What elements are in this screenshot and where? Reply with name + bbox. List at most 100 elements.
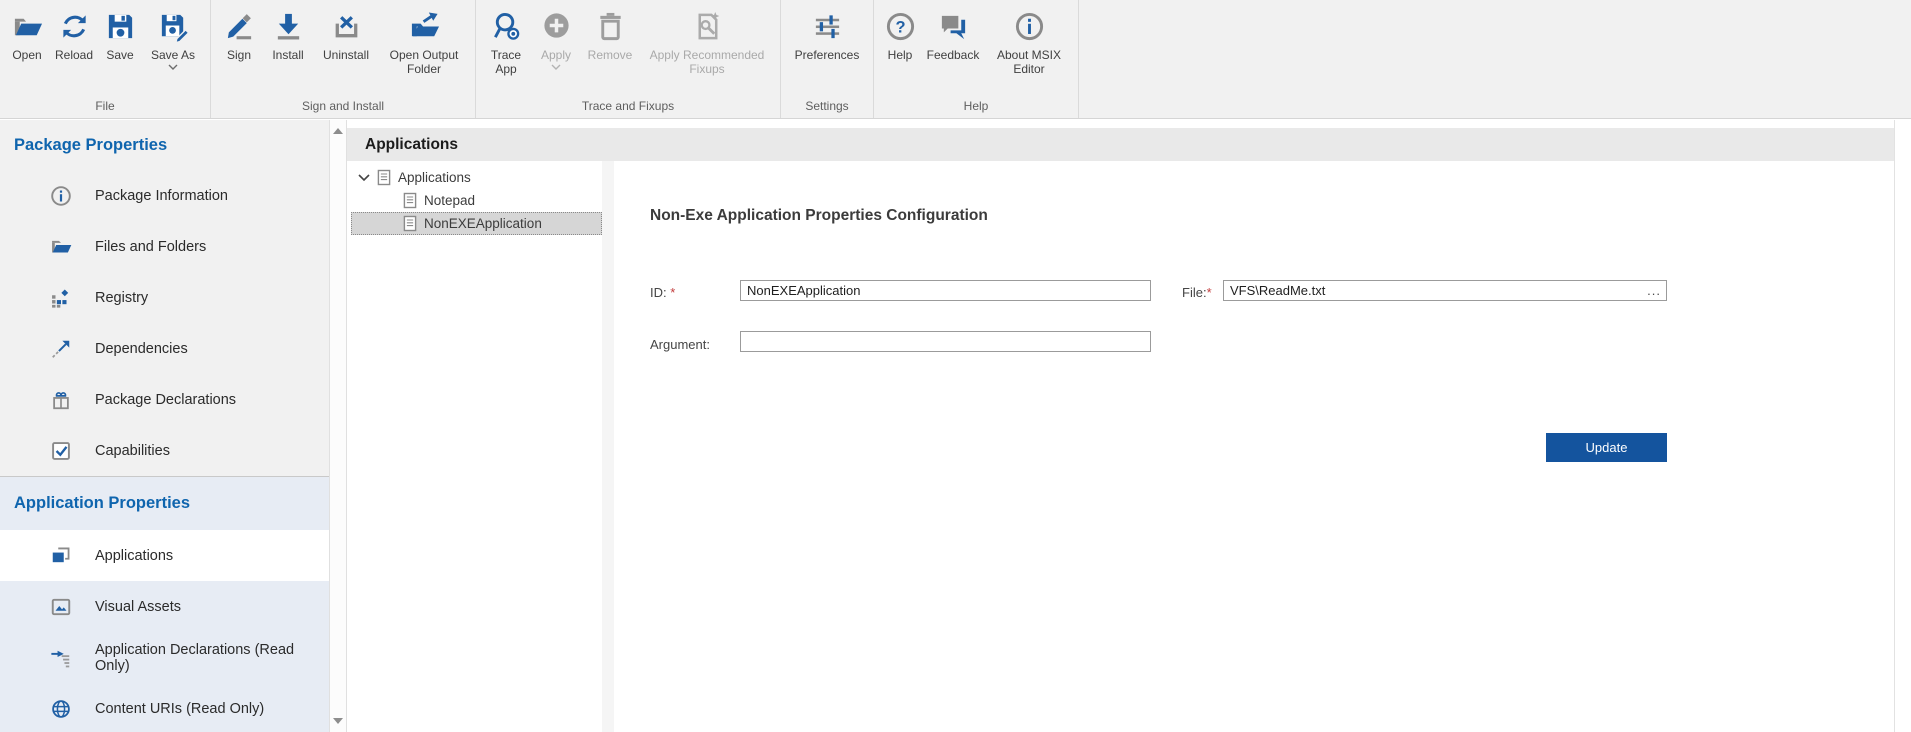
tree-item-nonexeapplication[interactable]: NonEXEApplication <box>351 212 602 235</box>
ribbon-group-trace-buttons: Trace App Apply Remove <box>481 0 775 97</box>
sidebar-item-package-information[interactable]: Package Information <box>0 170 329 221</box>
tree-root-applications[interactable]: Applications <box>347 166 602 189</box>
sidebar-item-label: Applications <box>95 548 173 564</box>
save-button[interactable]: Save <box>99 6 141 64</box>
help-button[interactable]: ? Help <box>879 6 921 64</box>
sidebar-section-title-package-properties: Package Properties <box>0 120 329 170</box>
ribbon-group-label-file: File <box>5 97 205 118</box>
applications-tree: Applications Notepad NonEXEApplication <box>347 161 602 235</box>
file-label: File:* <box>1182 285 1212 300</box>
install-arrow-icon <box>273 8 304 45</box>
trace-app-icon <box>491 8 522 45</box>
page-title-bar: Applications <box>347 128 1894 161</box>
sign-button-label: Sign <box>227 48 251 62</box>
chevron-down-icon <box>551 64 561 70</box>
reload-button-label: Reload <box>55 48 93 62</box>
sidebar-item-files-and-folders[interactable]: Files and Folders <box>0 221 329 272</box>
id-label: ID: * <box>650 285 675 300</box>
feedback-bubble-icon <box>938 8 969 45</box>
main-scrollbar[interactable] <box>1894 120 1911 732</box>
reload-button[interactable]: Reload <box>49 6 99 64</box>
checkbox-check-icon <box>50 440 72 462</box>
apply-recommended-fixups-button-label: Apply Recommended Fixups <box>639 48 775 76</box>
tree-item-notepad[interactable]: Notepad <box>347 189 602 212</box>
remove-trash-icon <box>595 8 626 45</box>
reload-icon <box>59 8 90 45</box>
sidebar-item-application-declarations[interactable]: Application Declarations (Read Only) <box>0 632 329 683</box>
svg-text:?: ? <box>895 18 905 36</box>
install-button-label: Install <box>272 48 303 62</box>
sidebar-item-label: Registry <box>95 290 148 306</box>
apply-button[interactable]: Apply <box>531 6 581 72</box>
registry-icon <box>50 287 72 309</box>
document-icon <box>403 215 417 232</box>
apply-recommended-fixups-button[interactable]: Apply Recommended Fixups <box>639 6 775 78</box>
open-button[interactable]: Open <box>5 6 49 64</box>
fixups-document-icon <box>692 8 723 45</box>
required-asterisk: * <box>1207 285 1212 300</box>
arrow-into-list-icon <box>50 647 72 669</box>
file-input[interactable] <box>1224 281 1644 300</box>
navigation-sidebar: Package Properties Package Information F… <box>0 120 329 732</box>
scroll-up-arrow-icon[interactable] <box>333 128 343 134</box>
about-msix-editor-button-label: About MSIX Editor <box>985 48 1073 76</box>
sidebar-item-visual-assets[interactable]: Visual Assets <box>0 581 329 632</box>
id-input[interactable] <box>740 280 1151 301</box>
file-input-wrap: ... <box>1223 280 1667 301</box>
sidebar-item-applications[interactable]: Applications <box>0 530 329 581</box>
feedback-button-label: Feedback <box>927 48 980 62</box>
ribbon-group-label-help: Help <box>879 97 1073 118</box>
sidebar-item-content-uris[interactable]: Content URIs (Read Only) <box>0 683 329 732</box>
trace-app-button[interactable]: Trace App <box>481 6 531 78</box>
ribbon-group-trace-and-fixups: Trace App Apply Remove <box>476 0 781 118</box>
feedback-button[interactable]: Feedback <box>921 6 985 64</box>
ribbon-group-settings-buttons: Preferences <box>786 0 868 97</box>
preferences-button[interactable]: Preferences <box>786 6 868 64</box>
install-button[interactable]: Install <box>262 6 314 64</box>
about-msix-editor-button[interactable]: About MSIX Editor <box>985 6 1073 78</box>
tree-item-label: Applications <box>398 170 471 185</box>
sidebar-item-label: Package Information <box>95 188 228 204</box>
save-floppy-icon <box>105 8 136 45</box>
panel-splitter[interactable] <box>602 161 614 732</box>
sign-button[interactable]: Sign <box>216 6 262 64</box>
sidebar-section-application-properties: Application Properties Applications Visu… <box>0 476 329 732</box>
sidebar-item-registry[interactable]: Registry <box>0 272 329 323</box>
ribbon-group-sign-buttons: Sign Install Uninstall <box>216 0 470 97</box>
globe-icon <box>50 698 72 720</box>
sidebar-item-label: Dependencies <box>95 341 188 357</box>
save-as-button[interactable]: Save As <box>141 6 205 72</box>
open-output-folder-button-label: Open Output Folder <box>378 48 470 76</box>
open-output-folder-button[interactable]: Open Output Folder <box>378 6 470 78</box>
update-button[interactable]: Update <box>1546 433 1667 462</box>
remove-button[interactable]: Remove <box>581 6 639 64</box>
save-as-icon <box>158 8 189 45</box>
sidebar-section-title-application-properties: Application Properties <box>0 477 329 530</box>
sidebar-item-capabilities[interactable]: Capabilities <box>0 425 329 476</box>
browse-button[interactable]: ... <box>1647 281 1661 300</box>
scroll-down-arrow-icon[interactable] <box>333 718 343 724</box>
uninstall-button[interactable]: Uninstall <box>314 6 378 64</box>
ribbon-group-file-buttons: Open Reload Save <box>5 0 205 97</box>
help-question-icon: ? <box>885 8 916 45</box>
argument-input[interactable] <box>740 331 1151 352</box>
visual-assets-image-icon <box>50 596 72 618</box>
sidebar-item-dependencies[interactable]: Dependencies <box>0 323 329 374</box>
ribbon-group-label-settings: Settings <box>786 97 868 118</box>
chevron-down-icon <box>168 64 178 70</box>
sidebar-item-label: Content URIs (Read Only) <box>95 701 264 717</box>
apply-plus-icon <box>541 8 572 45</box>
uninstall-icon <box>331 8 362 45</box>
info-circle-icon <box>50 185 72 207</box>
save-button-label: Save <box>106 48 133 62</box>
ribbon-group-help: ? Help Feedback About MSIX Editor <box>874 0 1079 118</box>
form-heading: Non-Exe Application Properties Configura… <box>650 207 988 225</box>
main-content: Applications Applications Notepad <box>347 120 1894 732</box>
chevron-down-icon[interactable] <box>358 174 370 182</box>
trace-app-button-label: Trace App <box>481 48 531 76</box>
required-asterisk: * <box>667 285 676 300</box>
sidebar-scrollbar[interactable] <box>329 120 347 732</box>
sidebar-item-package-declarations[interactable]: Package Declarations <box>0 374 329 425</box>
applications-windows-icon <box>50 545 72 567</box>
argument-label: Argument: <box>650 337 710 352</box>
